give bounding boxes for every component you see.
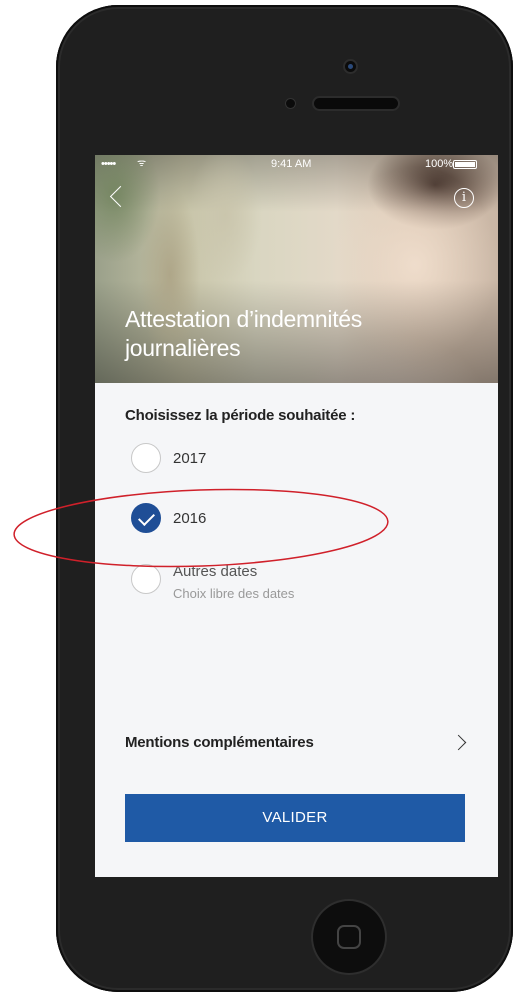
wifi-icon: ᯤ bbox=[137, 158, 147, 169]
option-sublabel-autres-dates: Choix libre des dates bbox=[173, 586, 295, 601]
form-content: Choisissez la période souhaitée : 2017 2… bbox=[95, 383, 498, 877]
battery-icon bbox=[453, 160, 477, 169]
mentions-label: Mentions complémentaires bbox=[125, 734, 314, 751]
battery-percent: 100% bbox=[425, 158, 454, 170]
period-label: Choisissez la période souhaitée : bbox=[125, 407, 356, 424]
checkmark-icon bbox=[138, 509, 155, 526]
info-icon[interactable]: i bbox=[454, 188, 474, 208]
signal-icon: ••••• bbox=[101, 158, 116, 170]
validate-button[interactable]: VALIDER bbox=[125, 794, 465, 842]
mentions-complementaires-row[interactable]: Mentions complémentaires bbox=[125, 731, 468, 757]
camera-icon bbox=[345, 61, 356, 72]
proximity-sensor bbox=[286, 99, 295, 108]
status-time: 9:41 AM bbox=[271, 158, 312, 170]
hero-banner: ••••• ᯤ 9:41 AM 100% i Attestation d’ind… bbox=[95, 155, 498, 383]
option-label-autres-dates: Autres dates bbox=[173, 563, 258, 580]
home-button[interactable] bbox=[313, 901, 385, 973]
radio-2016-checked[interactable] bbox=[131, 503, 161, 533]
app-screen: ••••• ᯤ 9:41 AM 100% i Attestation d’ind… bbox=[95, 155, 498, 877]
option-label-2016: 2016 bbox=[173, 510, 207, 527]
radio-autres-dates[interactable] bbox=[131, 564, 161, 594]
status-bar: ••••• ᯤ 9:41 AM 100% bbox=[95, 155, 498, 173]
chevron-right-icon bbox=[450, 734, 467, 751]
radio-2017[interactable] bbox=[131, 443, 161, 473]
option-label-2017: 2017 bbox=[173, 450, 207, 467]
earpiece-speaker bbox=[314, 98, 398, 109]
page-title: Attestation d’indemnités journalières bbox=[125, 306, 362, 361]
